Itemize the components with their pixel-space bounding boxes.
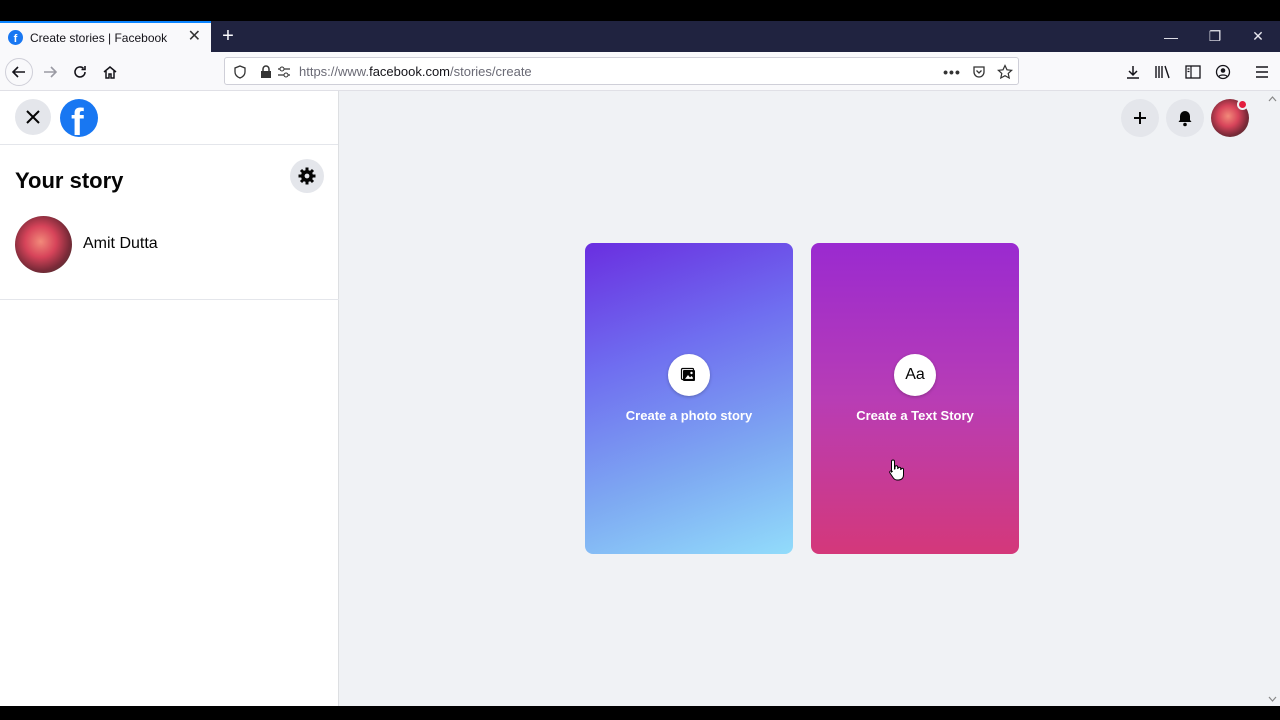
url-domain: facebook.com [369, 63, 451, 79]
close-icon [26, 110, 40, 124]
reload-icon [74, 66, 86, 78]
create-button[interactable] [1121, 99, 1159, 137]
url-prefix: https://www. [299, 63, 370, 79]
your-story-heading: Your story [15, 168, 124, 193]
photo-icon [668, 354, 710, 396]
reload-button[interactable] [66, 58, 94, 86]
sidebar-header: f [0, 91, 338, 145]
avatar [15, 215, 72, 273]
sidebar-icon [1185, 65, 1201, 79]
forward-button[interactable] [36, 58, 64, 86]
tab-title: Create stories | Facebook [30, 30, 168, 45]
page-actions-icon[interactable]: ••• [941, 61, 963, 83]
download-icon [1127, 66, 1139, 79]
notification-dot [1237, 99, 1248, 110]
new-tab-button[interactable]: + [218, 25, 238, 47]
sidebar-toggle-button[interactable] [1179, 58, 1207, 86]
window-close-button[interactable]: ✕ [1236, 21, 1280, 52]
page-scrollbar[interactable] [1265, 91, 1280, 706]
permissions-icon[interactable] [273, 61, 295, 83]
plus-icon [1134, 112, 1146, 124]
sidebar-divider [0, 299, 339, 300]
text-aa-icon: Aa [894, 354, 936, 396]
browser-tab[interactable]: f Create stories | Facebook ✕ [0, 21, 211, 52]
home-icon [103, 66, 117, 79]
bell-icon [1178, 111, 1192, 127]
hand-cursor-icon [889, 459, 904, 481]
downloads-button[interactable] [1119, 58, 1147, 86]
os-bottom-bar [0, 706, 1280, 720]
story-settings-button[interactable] [290, 159, 324, 193]
facebook-logo-icon[interactable]: f [60, 99, 98, 137]
photo-story-label: Create a photo story [625, 408, 753, 423]
tracking-shield-icon[interactable] [229, 61, 251, 83]
library-icon [1155, 65, 1170, 79]
account-button[interactable] [1209, 58, 1237, 86]
notifications-button[interactable] [1166, 99, 1204, 137]
user-name: Amit Dutta [83, 235, 158, 252]
account-icon [1215, 64, 1231, 80]
restore-button[interactable]: ❐ [1193, 21, 1237, 52]
os-top-bar [0, 0, 1280, 21]
story-sidebar: f Your story Amit Dutta [0, 91, 339, 706]
library-button[interactable] [1149, 58, 1177, 86]
back-arrow-icon [11, 66, 25, 78]
app-menu-button[interactable] [1248, 58, 1276, 86]
url-path: /stories/create [450, 63, 532, 79]
facebook-favicon-icon: f [8, 30, 23, 45]
navigation-bar: https://www.facebook.com/stories/create … [0, 52, 1280, 91]
page-content: f Your story Amit Dutta Create a photo s… [0, 91, 1280, 706]
url-bar[interactable]: https://www.facebook.com/stories/create … [224, 57, 1019, 85]
tab-close-icon[interactable]: ✕ [188, 29, 201, 45]
minimize-button[interactable]: — [1149, 21, 1193, 52]
pocket-icon[interactable] [968, 61, 990, 83]
story-user-row[interactable]: Amit Dutta [15, 215, 158, 273]
hamburger-icon [1256, 66, 1268, 78]
back-button[interactable] [5, 58, 33, 86]
create-text-story-card[interactable]: Aa Create a Text Story [811, 243, 1019, 554]
text-story-label: Create a Text Story [856, 408, 974, 423]
tab-strip: f Create stories | Facebook ✕ + — ❐ ✕ [0, 21, 1280, 52]
gear-icon [298, 167, 316, 185]
home-button[interactable] [96, 58, 124, 86]
create-photo-story-card[interactable]: Create a photo story [585, 243, 793, 554]
forward-arrow-icon [44, 66, 58, 78]
url-text: https://www.facebook.com/stories/create [299, 64, 532, 79]
bookmark-star-icon[interactable] [994, 61, 1016, 83]
logo-letter: f [71, 102, 84, 137]
close-stories-button[interactable] [15, 99, 51, 135]
